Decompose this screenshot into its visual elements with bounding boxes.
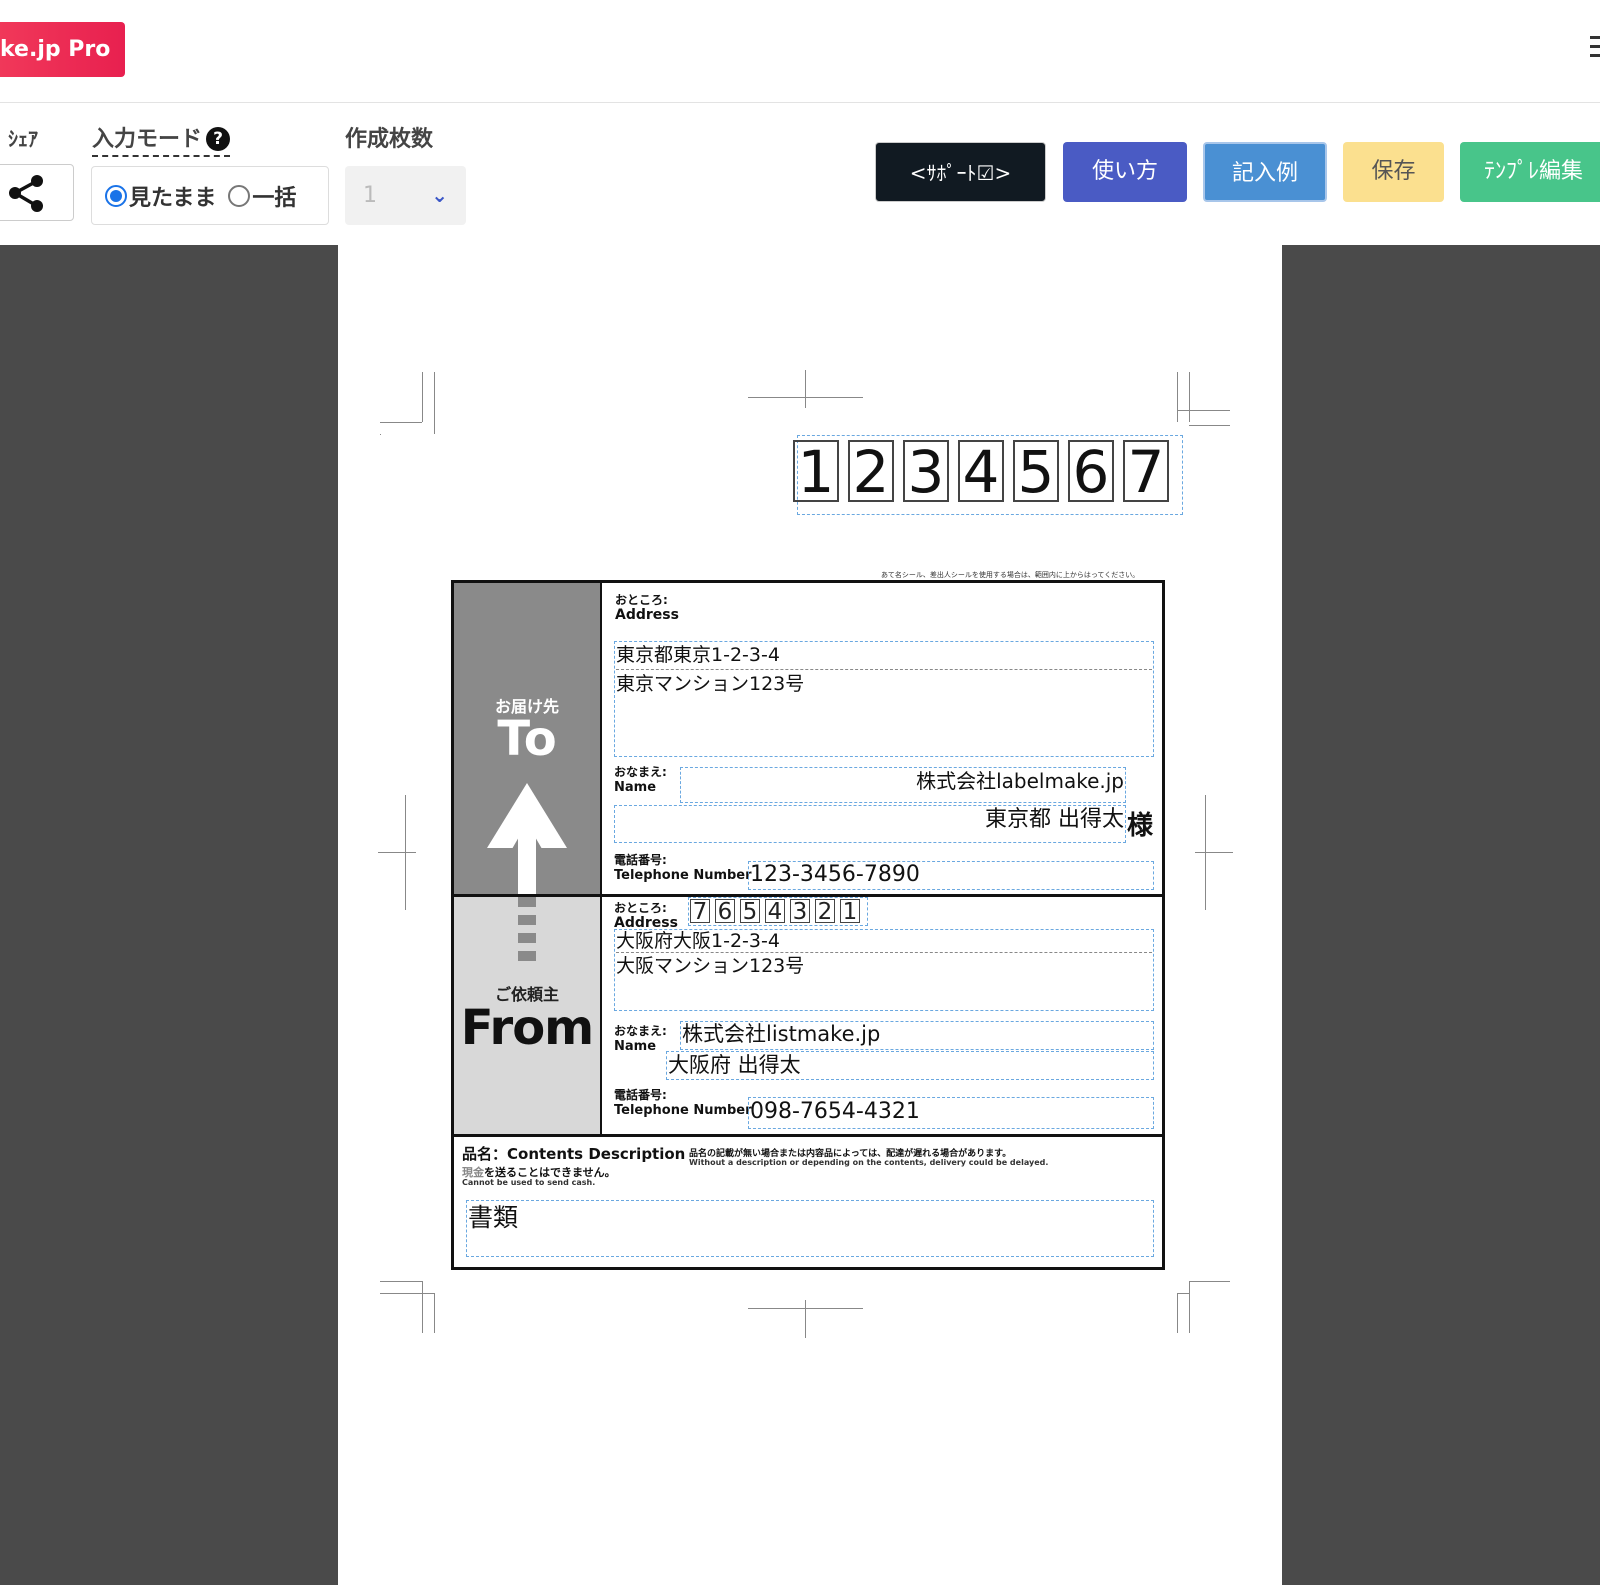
- to-band: お届け先 To: [454, 583, 600, 895]
- top-bar: ke.jp Pro: [0, 0, 1600, 103]
- from-zip-digit: 7: [690, 899, 710, 924]
- shipping-label: お届け先 To ご依頼主 From おところ: Address 東京都東京1-2-…: [451, 580, 1165, 1270]
- radio-as-is[interactable]: [105, 184, 127, 207]
- zip-digit: 1: [793, 440, 839, 502]
- count-value: 1: [363, 183, 377, 208]
- to-company: 株式会社labelmake.jp: [916, 769, 1124, 793]
- from-band: ご依頼主 From: [454, 895, 600, 1135]
- zip-digit: 3: [903, 440, 949, 502]
- to-person: 東京都 出得太: [985, 807, 1124, 832]
- contents-title: 品名：Contents Description: [462, 1145, 686, 1163]
- to-name-label-en: Name: [614, 780, 657, 795]
- example-button[interactable]: 記入例: [1203, 142, 1327, 202]
- from-band-en: From: [460, 1000, 594, 1056]
- from-zip-digit: 4: [765, 899, 785, 924]
- zip-digit: 7: [1123, 440, 1169, 502]
- howto-button[interactable]: 使い方: [1063, 142, 1187, 202]
- from-zip-digits: 7 6 5 4 3 2 1: [690, 899, 865, 924]
- input-mode-label-text: 入力モード: [92, 127, 203, 152]
- zip-digit: 4: [958, 440, 1004, 502]
- zip-digit: 2: [848, 440, 894, 502]
- cash-warning-en: Cannot be used to send cash.: [462, 1178, 596, 1187]
- to-address-line1: 東京都東京1-2-3-4: [616, 644, 780, 666]
- from-tel: 098-7654-4321: [750, 1099, 920, 1124]
- radio-bulk-label[interactable]: 一括: [252, 180, 296, 212]
- to-name-label-jp: おなまえ:: [614, 765, 667, 779]
- template-edit-button[interactable]: ﾃﾝﾌﾟﾚ編集: [1460, 142, 1600, 202]
- contents-field[interactable]: [466, 1200, 1154, 1257]
- from-zip-digit: 5: [740, 899, 760, 924]
- from-zip-digit: 3: [790, 899, 810, 924]
- from-zip-digit: 6: [715, 899, 735, 924]
- radio-bulk[interactable]: [228, 184, 251, 207]
- zip-digit: 6: [1068, 440, 1114, 502]
- from-address-line1: 大阪府大阪1-2-3-4: [616, 930, 780, 952]
- contents-note-en: Without a description or depending on th…: [689, 1158, 1049, 1167]
- chevron-down-icon: ⌄: [431, 183, 448, 207]
- from-zip-digit: 1: [840, 899, 860, 924]
- from-zip-digit: 2: [815, 899, 835, 924]
- support-button[interactable]: <ｻﾎﾟｰﾄ☑>: [875, 142, 1046, 202]
- share-icon: [9, 175, 43, 212]
- input-mode-label: 入力モード?: [92, 121, 231, 157]
- contents-value: 書類: [468, 1203, 519, 1232]
- count-label: 作成枚数: [345, 127, 434, 152]
- radio-as-is-label[interactable]: 見たまま: [129, 180, 216, 212]
- to-band-en: To: [497, 711, 557, 767]
- input-mode-radio-group: 見たまま 一括: [91, 166, 329, 225]
- share-button[interactable]: [0, 164, 74, 221]
- to-address-label-en: Address: [615, 607, 679, 623]
- brand-logo[interactable]: ke.jp Pro: [0, 22, 125, 77]
- honorific: 様: [1127, 811, 1154, 841]
- from-address-label-jp: おところ:: [614, 901, 667, 915]
- share-label: ｼｪｱ: [8, 127, 38, 151]
- from-company: 株式会社listmake.jp: [682, 1022, 881, 1046]
- sticker-note: あて名シール、差出人シールを使用する場合は、範囲内に上からはってください。: [881, 571, 1140, 579]
- from-tel-label-jp: 電話番号:: [614, 1088, 667, 1102]
- from-address-line2: 大阪マンション123号: [616, 955, 805, 977]
- to-address-label-jp: おところ:: [615, 593, 668, 607]
- from-name-label-en: Name: [614, 1039, 657, 1054]
- save-button[interactable]: 保存: [1343, 142, 1444, 202]
- from-tel-label-en: Telephone Number: [614, 1103, 752, 1118]
- to-address-line2: 東京マンション123号: [616, 673, 805, 695]
- to-tel-label-en: Telephone Number: [614, 868, 752, 883]
- from-name-label-jp: おなまえ:: [614, 1024, 667, 1038]
- zip-digit: 5: [1013, 440, 1059, 502]
- help-icon[interactable]: ?: [206, 127, 231, 151]
- from-person: 大阪府 出得太: [668, 1053, 801, 1077]
- to-tel-label-jp: 電話番号:: [614, 853, 667, 867]
- count-select[interactable]: 1 ⌄: [345, 166, 466, 225]
- to-tel: 123-3456-7890: [750, 862, 920, 887]
- hamburger-menu-icon[interactable]: [1590, 36, 1600, 62]
- zip-digits: 1 2 3 4 5 6 7: [793, 440, 1178, 502]
